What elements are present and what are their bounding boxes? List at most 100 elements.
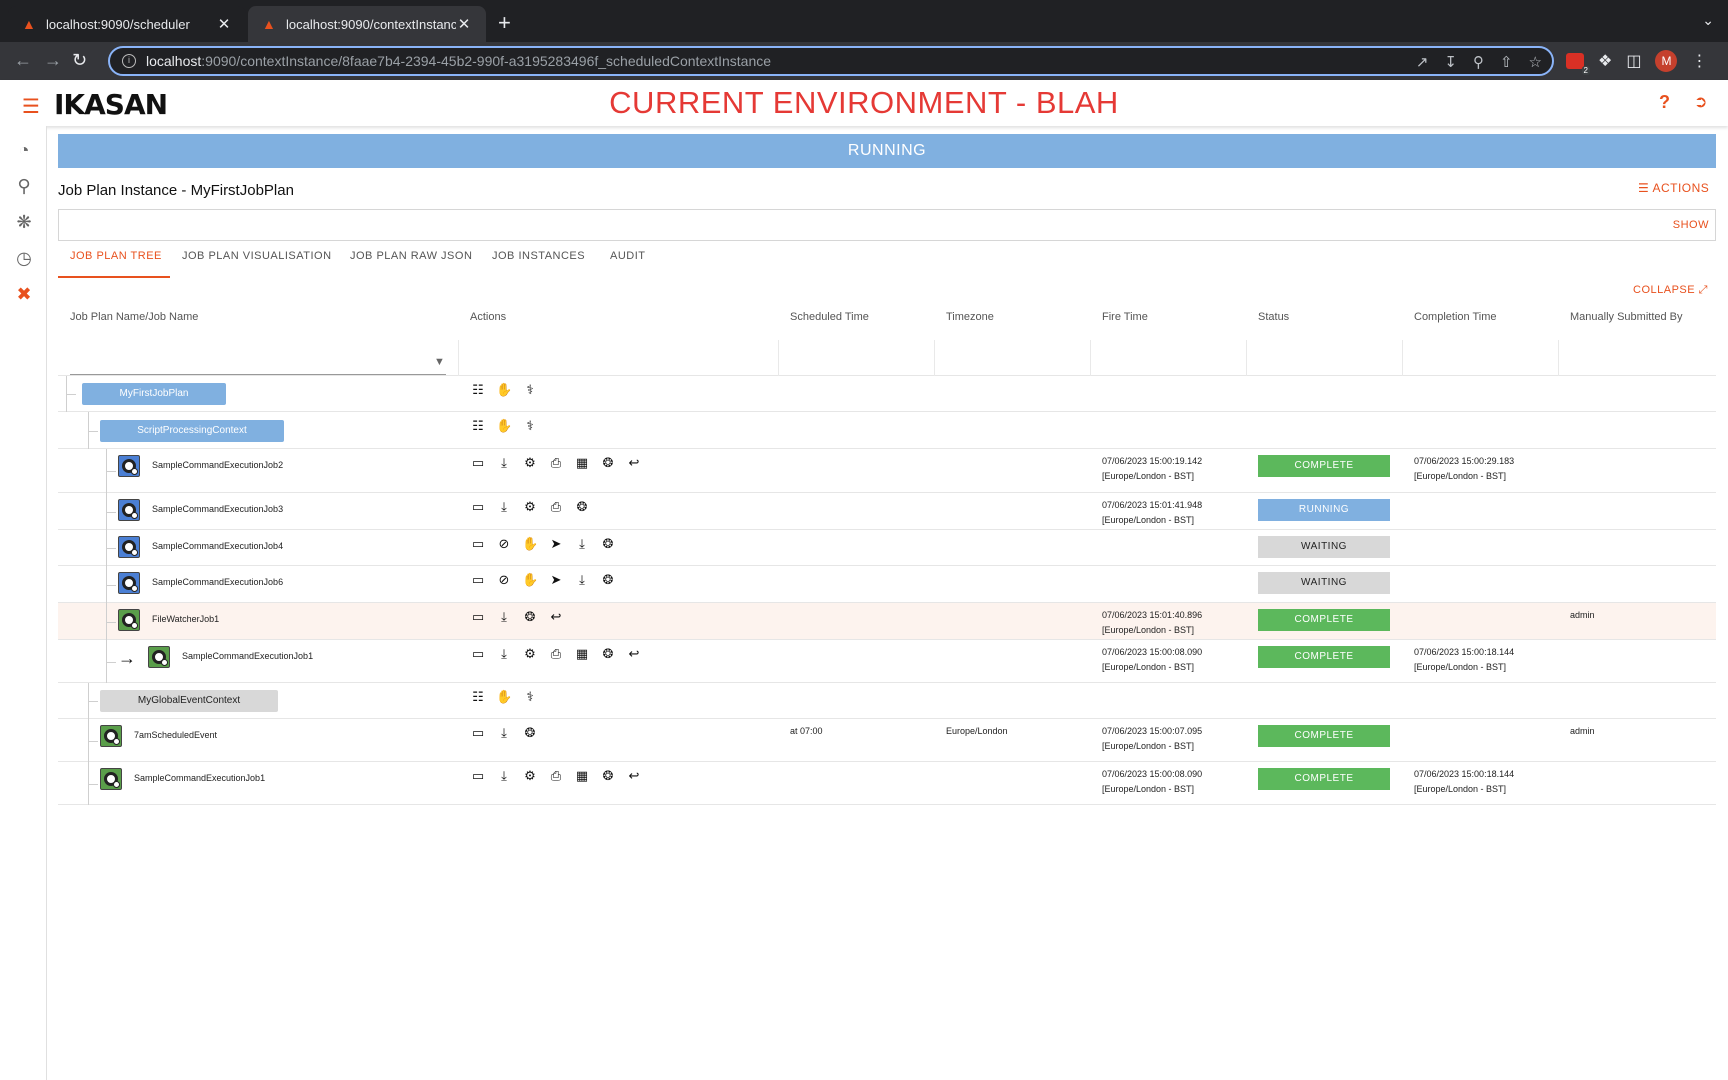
reset-undo-icon[interactable]: ↩ [626, 768, 642, 784]
tab-audit[interactable]: AUDIT [610, 250, 646, 262]
site-info-icon[interactable]: i [122, 54, 136, 68]
filter-funnel-icon[interactable]: ▼ [434, 356, 445, 368]
job-row[interactable]: SampleCommandExecutionJob1 ▭ ⤓ ⚙ ⎙ ▦ ❂ ↩ 07/06/2… [58, 762, 1716, 805]
context-row[interactable]: MyGlobalEventContext ☷ ✋ ⚕ [58, 683, 1716, 719]
calendar-icon[interactable]: ▦ [574, 768, 590, 784]
download-icon[interactable]: ⤓ [574, 536, 590, 552]
hierarchy-icon[interactable]: ☷ [470, 418, 486, 434]
download-icon[interactable]: ⤓ [496, 725, 512, 741]
col-header-name[interactable]: Job Plan Name/Job Name [70, 311, 198, 323]
reset-undo-icon[interactable]: ↩ [548, 609, 564, 625]
filter-box[interactable]: SHOW [58, 209, 1716, 241]
hold-hand-icon[interactable]: ✋ [496, 418, 512, 434]
job-row[interactable]: SampleCommandExecutionJob4 ▭ ⊘ ✋ ➤ ⤓ ❂ WAITING [58, 530, 1716, 566]
clock-icon[interactable]: ◷ [13, 248, 35, 270]
close-tab-icon[interactable]: ✕ [216, 15, 232, 33]
job-row[interactable]: → SampleCommandExecutionJob1 ▭ ⤓ ⚙ ⎙ ▦ ❂ ↩ 07/06/… [58, 640, 1716, 683]
help-icon[interactable]: ? [1659, 92, 1670, 113]
download-icon[interactable]: ⤓ [574, 572, 590, 588]
download-icon[interactable]: ⤓ [496, 646, 512, 662]
profile-avatar[interactable]: M [1655, 50, 1678, 72]
url-input[interactable]: i localhost:9090/contextInstance/8faae7b… [108, 46, 1554, 76]
job-name[interactable]: SampleCommandExecutionJob4 [152, 541, 283, 551]
job-name[interactable]: SampleCommandExecutionJob1 [182, 651, 313, 661]
browser-tab-context-instance[interactable]: ▲ localhost:9090/contextInstance ✕ [248, 6, 486, 42]
job-row[interactable]: SampleCommandExecutionJob3 ▭ ⤓ ⚙ ⎙ ❂ 07/06/202… [58, 493, 1716, 530]
logout-icon[interactable]: ➲ [1694, 92, 1707, 112]
settings-gear-icon[interactable]: ❂ [522, 725, 538, 741]
col-header-fire-time[interactable]: Fire Time [1102, 311, 1148, 323]
browser-menu-icon[interactable]: ⋮ [1691, 51, 1707, 71]
settings-gear-icon[interactable]: ❂ [600, 768, 616, 784]
col-header-timezone[interactable]: Timezone [946, 311, 994, 323]
settings-gear-icon[interactable]: ❂ [600, 646, 616, 662]
download-icon[interactable]: ⤓ [496, 499, 512, 515]
view-window-icon[interactable]: ▭ [470, 572, 486, 588]
topology-icon[interactable]: ❋ [13, 212, 35, 234]
hold-hand-icon[interactable]: ✋ [522, 572, 538, 588]
hierarchy-icon[interactable]: ☷ [470, 382, 486, 398]
context-row[interactable]: ScriptProcessingContext ☷ ✋ ⚕ [58, 412, 1716, 449]
document-icon[interactable]: ⎙ [548, 768, 564, 784]
job-name[interactable]: SampleCommandExecutionJob2 [152, 460, 283, 470]
view-window-icon[interactable]: ▭ [470, 646, 486, 662]
settings-gear-icon[interactable]: ❂ [522, 609, 538, 625]
calendar-icon[interactable]: ▦ [574, 646, 590, 662]
hierarchy-icon[interactable]: ☷ [470, 689, 486, 705]
job-name[interactable]: SampleCommandExecutionJob1 [134, 773, 265, 783]
hold-hand-icon[interactable]: ✋ [496, 689, 512, 705]
submit-send-icon[interactable]: ➤ [548, 536, 564, 552]
job-row[interactable]: SampleCommandExecutionJob2 ▭ ⤓ ⚙ ⎙ ▦ ❂ ↩ 07/06/2… [58, 449, 1716, 493]
name-filter-input[interactable] [70, 374, 446, 375]
tab-job-instances[interactable]: JOB INSTANCES [492, 250, 585, 262]
tools-icon[interactable]: ✖ [13, 284, 35, 306]
settings-gear-icon[interactable]: ❂ [600, 536, 616, 552]
job-name[interactable]: 7amScheduledEvent [134, 730, 217, 740]
job-name[interactable]: SampleCommandExecutionJob3 [152, 504, 283, 514]
hold-hand-icon[interactable]: ✋ [522, 536, 538, 552]
job-row[interactable]: 7amScheduledEvent ▭ ⤓ ❂ at 07:00 Europe/Londo… [58, 719, 1716, 762]
run-job-icon[interactable]: ⚙ [522, 768, 538, 784]
col-header-manually-submitted-by[interactable]: Manually Submitted By [1570, 311, 1683, 323]
browser-tab-scheduler[interactable]: ▲ localhost:9090/scheduler ✕ [8, 6, 246, 42]
view-window-icon[interactable]: ▭ [470, 768, 486, 784]
col-header-status[interactable]: Status [1258, 311, 1289, 323]
download-icon[interactable]: ⤓ [496, 768, 512, 784]
document-icon[interactable]: ⎙ [548, 455, 564, 471]
run-job-icon[interactable]: ⚙ [522, 646, 538, 662]
back-icon[interactable]: ← [14, 50, 32, 71]
release-icon[interactable]: ⚕ [522, 382, 538, 398]
job-row[interactable]: SampleCommandExecutionJob6 ▭ ⊘ ✋ ➤ ⤓ ❂ WAITING [58, 566, 1716, 603]
tab-search-chevron-icon[interactable]: ⌄ [1702, 12, 1714, 29]
job-name[interactable]: SampleCommandExecutionJob6 [152, 577, 283, 587]
forward-icon[interactable]: → [44, 50, 62, 71]
job-row[interactable]: FileWatcherJob1 ▭ ⤓ ❂ ↩ 07/06/2023 15:01:40.8… [58, 603, 1716, 640]
run-job-icon[interactable]: ⚙ [522, 499, 538, 515]
puzzle-extensions-icon[interactable]: ❖ [1598, 51, 1612, 71]
view-window-icon[interactable]: ▭ [470, 609, 486, 625]
actions-button[interactable]: ☰ ACTIONS [1638, 181, 1709, 195]
context-name-box[interactable]: MyFirstJobPlan [82, 383, 226, 405]
context-name-box[interactable]: MyGlobalEventContext [100, 690, 278, 712]
dashboard-gauge-icon[interactable]: ◔ [13, 140, 35, 162]
view-window-icon[interactable]: ▭ [470, 455, 486, 471]
hold-hand-icon[interactable]: ✋ [496, 382, 512, 398]
bookmark-star-icon[interactable]: ☆ [1529, 53, 1542, 71]
share-icon[interactable]: ⇧ [1500, 53, 1513, 71]
context-name-box[interactable]: ScriptProcessingContext [100, 420, 284, 442]
view-window-icon[interactable]: ▭ [470, 536, 486, 552]
col-header-scheduled-time[interactable]: Scheduled Time [790, 311, 869, 323]
reset-undo-icon[interactable]: ↩ [626, 646, 642, 662]
settings-gear-icon[interactable]: ❂ [600, 572, 616, 588]
download-icon[interactable]: ⤓ [496, 609, 512, 625]
document-icon[interactable]: ⎙ [548, 646, 564, 662]
col-header-actions[interactable]: Actions [470, 311, 506, 323]
side-panel-icon[interactable]: ◫ [1626, 51, 1641, 71]
settings-gear-icon[interactable]: ❂ [600, 455, 616, 471]
zoom-icon[interactable]: ⚲ [1473, 53, 1484, 71]
new-tab-icon[interactable]: + [498, 10, 511, 36]
tab-job-plan-raw-json[interactable]: JOB PLAN RAW JSON [350, 250, 472, 262]
view-window-icon[interactable]: ▭ [470, 725, 486, 741]
reload-icon[interactable]: ↻ [72, 50, 87, 71]
context-row[interactable]: MyFirstJobPlan ☷ ✋ ⚕ [58, 376, 1716, 412]
